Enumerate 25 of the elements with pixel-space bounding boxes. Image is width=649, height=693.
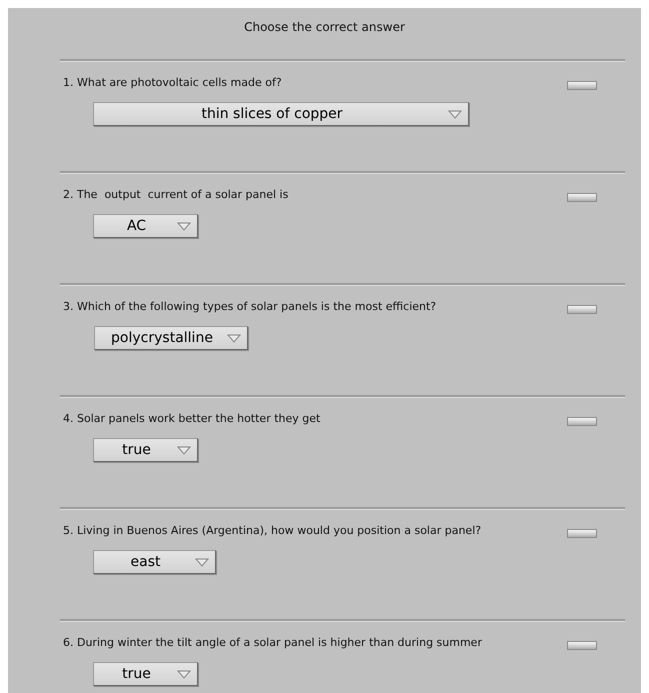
answer-dropdown[interactable]: polycrystalline xyxy=(94,326,248,350)
answer-dropdown[interactable]: true xyxy=(93,662,198,686)
dropdown-arrow-icon xyxy=(177,222,191,230)
indicator-light xyxy=(567,305,597,314)
indicator-light xyxy=(567,193,597,202)
question-text: 3. Which of the following types of solar panels is the most efficient? xyxy=(62,299,436,315)
question-text: 5. Living in Buenos Aires (Argentina), how would you position a solar panel? xyxy=(62,523,482,539)
quiz-title: Choose the correct answer xyxy=(244,20,405,34)
question-text: 1. What are photovoltaic cells made of? xyxy=(62,75,282,91)
answer-dropdown[interactable]: true xyxy=(93,438,198,462)
dropdown-arrow-icon xyxy=(448,110,462,118)
question-text: 4. Solar panels work better the hotter they get xyxy=(62,411,320,427)
indicator-light xyxy=(567,417,597,426)
indicator-light xyxy=(567,81,597,90)
dropdown-arrow-icon xyxy=(195,558,209,566)
indicator-light xyxy=(567,641,597,650)
dropdown-arrow-icon xyxy=(177,446,191,454)
answer-dropdown[interactable]: east xyxy=(93,550,216,574)
answer-dropdown[interactable]: AC xyxy=(93,214,198,238)
indicator-light xyxy=(567,529,597,538)
dropdown-arrow-icon xyxy=(227,334,241,342)
dropdown-arrow-icon xyxy=(177,670,191,678)
question-text: 6. During winter the tilt angle of a solar panel is higher than during summer xyxy=(62,635,482,651)
answer-dropdown[interactable]: thin slices of copper xyxy=(93,102,469,126)
question-text: 2. The output current of a solar panel is xyxy=(62,187,288,203)
